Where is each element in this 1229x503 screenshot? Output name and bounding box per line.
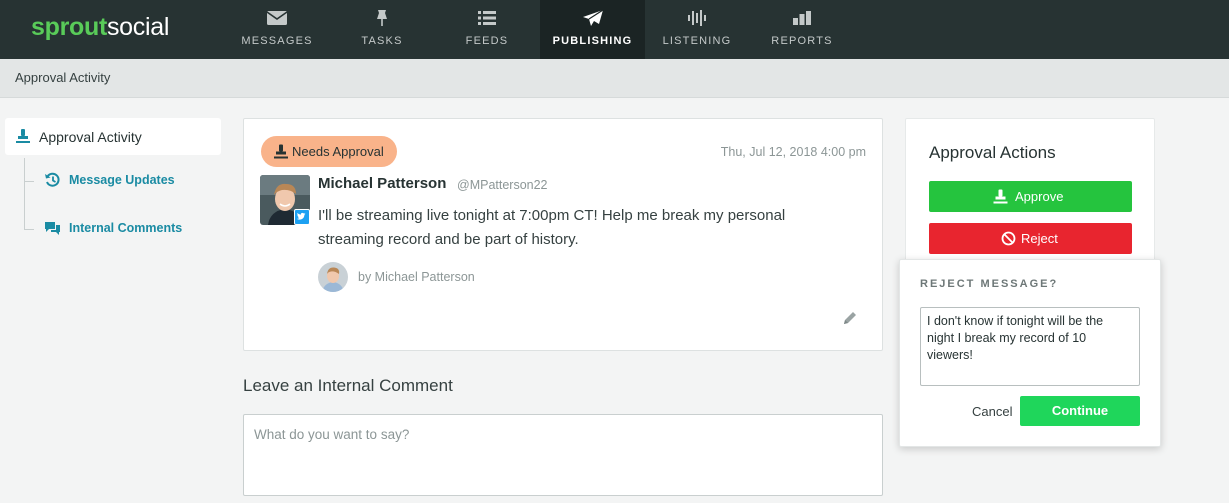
list-icon [478,11,496,25]
tree-connector [24,158,25,229]
top-nav: sproutsocial MESSAGES TASKS FEEDS PUBLIS… [0,0,1229,59]
stamp-icon [274,144,288,159]
nav-label: TASKS [361,35,403,47]
internal-comment-input[interactable] [243,414,883,496]
comment-section-title: Leave an Internal Comment [243,376,453,395]
page-title: Approval Activity [15,70,111,85]
nav-label: PUBLISHING [552,35,633,47]
nav-label: LISTENING [662,35,732,47]
reject-message-popover: REJECT MESSAGE? I don't know if tonight … [899,259,1161,447]
approve-button[interactable]: Approve [929,181,1132,212]
stamp-icon [993,189,1008,204]
pin-icon [377,10,387,26]
nav-listening[interactable]: LISTENING [650,0,744,59]
author-handle[interactable]: @MPatterson22 [457,178,548,192]
sound-wave-icon [688,10,706,26]
nav-publishing[interactable]: PUBLISHING [540,0,645,59]
cancel-button[interactable]: Cancel [972,404,1012,419]
nav-label: REPORTS [771,35,833,47]
sprout-social-logo[interactable]: sproutsocial [31,12,169,42]
sidebar-item-label: Internal Comments [69,221,183,235]
bar-chart-icon [793,11,811,25]
chat-bubbles-icon [45,222,60,235]
tree-connector [24,229,34,230]
popover-title: REJECT MESSAGE? [920,278,1059,290]
sidebar-item-label: Approval Activity [39,129,142,145]
twitter-icon [294,209,310,225]
history-icon [45,172,60,187]
creator-avatar [318,262,348,292]
pencil-icon[interactable] [841,309,859,327]
nav-reports[interactable]: REPORTS [755,0,849,59]
envelope-icon [266,11,288,25]
nav-label: MESSAGES [241,35,313,47]
reject-button[interactable]: Reject [929,223,1132,254]
message-text: I'll be streaming live tonight at 7:00pm… [318,207,786,248]
message-card: Needs Approval Thu, Jul 12, 2018 4:00 pm… [243,118,883,351]
paper-plane-icon [582,9,603,26]
created-by: by Michael Patterson [358,270,475,284]
continue-button[interactable]: Continue [1020,396,1140,426]
sidebar-item-label: Message Updates [69,173,175,187]
tree-connector [24,181,34,182]
reject-reason-input[interactable]: I don't know if tonight will be the nigh… [920,307,1140,386]
message-timestamp: Thu, Jul 12, 2018 4:00 pm [720,145,866,159]
nav-tasks[interactable]: TASKS [335,0,429,59]
sub-header: Approval Activity [0,59,1229,98]
approve-label: Approve [1015,189,1064,204]
approval-actions-panel: Approval Actions Approve Reject [905,118,1155,268]
nav-label: FEEDS [465,35,509,47]
status-label: Needs Approval [292,144,384,159]
sidebar-item-approval-activity[interactable]: Approval Activity [5,118,221,155]
prohibited-icon [1001,231,1016,246]
nav-feeds[interactable]: FEEDS [440,0,534,59]
author-name[interactable]: Michael Patterson [318,175,446,192]
stamp-icon [16,129,30,143]
approval-actions-title: Approval Actions [929,143,1056,162]
needs-approval-badge[interactable]: Needs Approval [261,136,397,167]
nav-messages[interactable]: MESSAGES [230,0,324,59]
reject-label: Reject [1021,231,1058,246]
